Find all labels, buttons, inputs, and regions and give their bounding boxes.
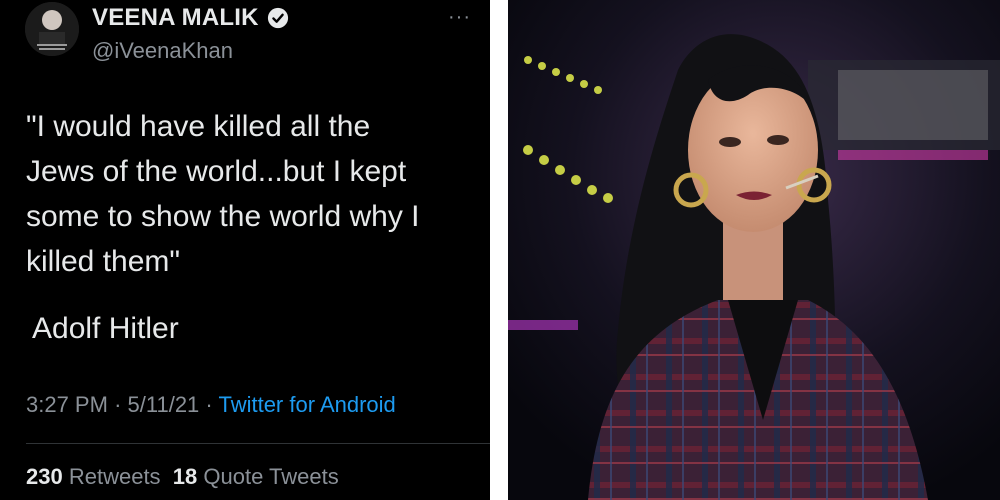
retweets-count: 230	[26, 464, 63, 489]
tweet-metadata: 3:27 PM · 5/11/21 · Twitter for Android	[26, 392, 396, 418]
tweet-date[interactable]: 5/11/21	[128, 392, 200, 417]
retweets-link[interactable]: 230 Retweets	[26, 464, 161, 489]
profile-avatar[interactable]	[25, 2, 79, 56]
display-name-text: VEENA MALIK	[92, 4, 259, 31]
panel-divider	[490, 0, 508, 500]
quote-tweets-label: Quote Tweets	[203, 464, 339, 489]
more-options-icon[interactable]: ···	[448, 6, 471, 29]
divider-line	[26, 443, 490, 444]
quote-tweets-count: 18	[172, 464, 198, 489]
verified-badge-icon	[267, 7, 288, 29]
avatar-image	[25, 2, 79, 56]
tweet-stats: 230 Retweets 18 Quote Tweets	[26, 464, 339, 490]
tweet-card: VEENA MALIK @iVeenaKhan ··· "I would hav…	[0, 0, 490, 500]
quote-tweets-link[interactable]: 18 Quote Tweets	[173, 464, 339, 489]
tweet-attribution: Adolf Hitler	[32, 312, 179, 345]
portrait-photo	[508, 0, 1000, 500]
tweet-time[interactable]: 3:27 PM	[26, 392, 108, 417]
meta-separator: ·	[114, 392, 122, 417]
display-name[interactable]: VEENA MALIK	[92, 4, 289, 32]
user-handle[interactable]: @iVeenaKhan	[92, 38, 233, 64]
meta-separator: ·	[205, 392, 213, 417]
retweets-label: Retweets	[68, 464, 161, 489]
tweet-source-link[interactable]: Twitter for Android	[218, 392, 395, 417]
photo-panel	[508, 0, 1000, 500]
tweet-text: "I would have killed all the Jews of the…	[26, 110, 420, 278]
